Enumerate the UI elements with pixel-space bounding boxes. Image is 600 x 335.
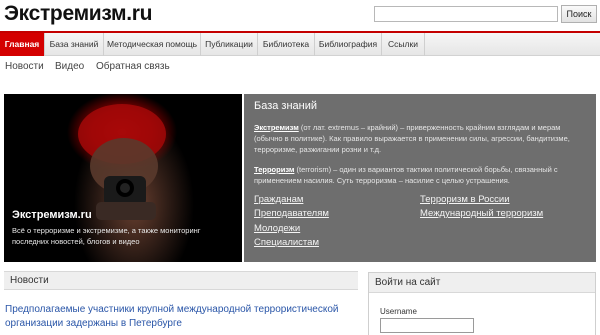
nav-item-home[interactable]: Главная [0, 33, 45, 56]
link-terrorism-russia[interactable]: Терроризм в России [420, 194, 510, 205]
hero-image[interactable]: Экстремизм.ru Всё о терроризме и экстрем… [4, 94, 242, 262]
link-youth[interactable]: Молодежи [254, 223, 300, 234]
username-input[interactable] [380, 318, 474, 333]
knowledge-base-panel: База знаний Экстремизм (от лат. extremus… [244, 94, 596, 262]
hero-section: Экстремизм.ru Всё о терроризме и экстрем… [4, 94, 596, 262]
site-header: Экстремизм.ru Поиск [0, 0, 600, 28]
login-box: Войти на сайт Username [368, 272, 596, 335]
site-title[interactable]: Экстремизм.ru [4, 2, 153, 26]
username-label: Username [380, 307, 417, 316]
link-international-terrorism[interactable]: Международный терроризм [420, 208, 543, 219]
news-heading: Новости [10, 275, 49, 286]
nav-item-links[interactable]: Ссылки [382, 33, 425, 56]
login-heading: Войти на сайт [375, 277, 441, 288]
subnav-item-video[interactable]: Видео [55, 61, 84, 72]
sub-nav: Новости Видео Обратная связь [0, 59, 600, 79]
login-header: Войти на сайт [369, 273, 595, 293]
nav-item-knowledge-base[interactable]: База знаний [45, 33, 104, 56]
terrorism-definition: Терроризм (terrorism) – один из варианто… [254, 164, 584, 186]
terrorism-text: (terrorism) – один из вариантов тактики … [254, 165, 558, 185]
subnav-item-news[interactable]: Новости [5, 61, 44, 72]
main-nav: Главная База знаний Методическая помощь … [0, 31, 600, 56]
search-input[interactable] [374, 6, 558, 22]
extremism-text: (от лат. extremus – крайний) – привержен… [254, 123, 570, 154]
link-citizens[interactable]: Гражданам [254, 194, 303, 205]
knowledge-base-heading: База знаний [254, 100, 318, 112]
news-item-link[interactable]: Предполагаемые участники крупной междуна… [5, 303, 355, 331]
news-section-header: Новости [4, 271, 358, 290]
link-teachers[interactable]: Преподавателям [254, 208, 329, 219]
terrorism-term[interactable]: Терроризм [254, 165, 294, 174]
link-specialists[interactable]: Специалистам [254, 237, 319, 248]
nav-item-publications[interactable]: Публикации [201, 33, 258, 56]
nav-item-library[interactable]: Библиотека [258, 33, 315, 56]
extremism-term[interactable]: Экстремизм [254, 123, 299, 132]
nav-item-methodical-help[interactable]: Методическая помощь [104, 33, 201, 56]
search-button[interactable]: Поиск [561, 5, 597, 23]
nav-item-bibliography[interactable]: Библиография [315, 33, 382, 56]
hero-description: Всё о терроризме и экстремизме, а также … [12, 226, 201, 246]
hero-title: Экстремизм.ru [12, 209, 92, 221]
extremism-definition: Экстремизм (от лат. extremus – крайний) … [254, 122, 584, 155]
subnav-item-feedback[interactable]: Обратная связь [96, 61, 170, 72]
